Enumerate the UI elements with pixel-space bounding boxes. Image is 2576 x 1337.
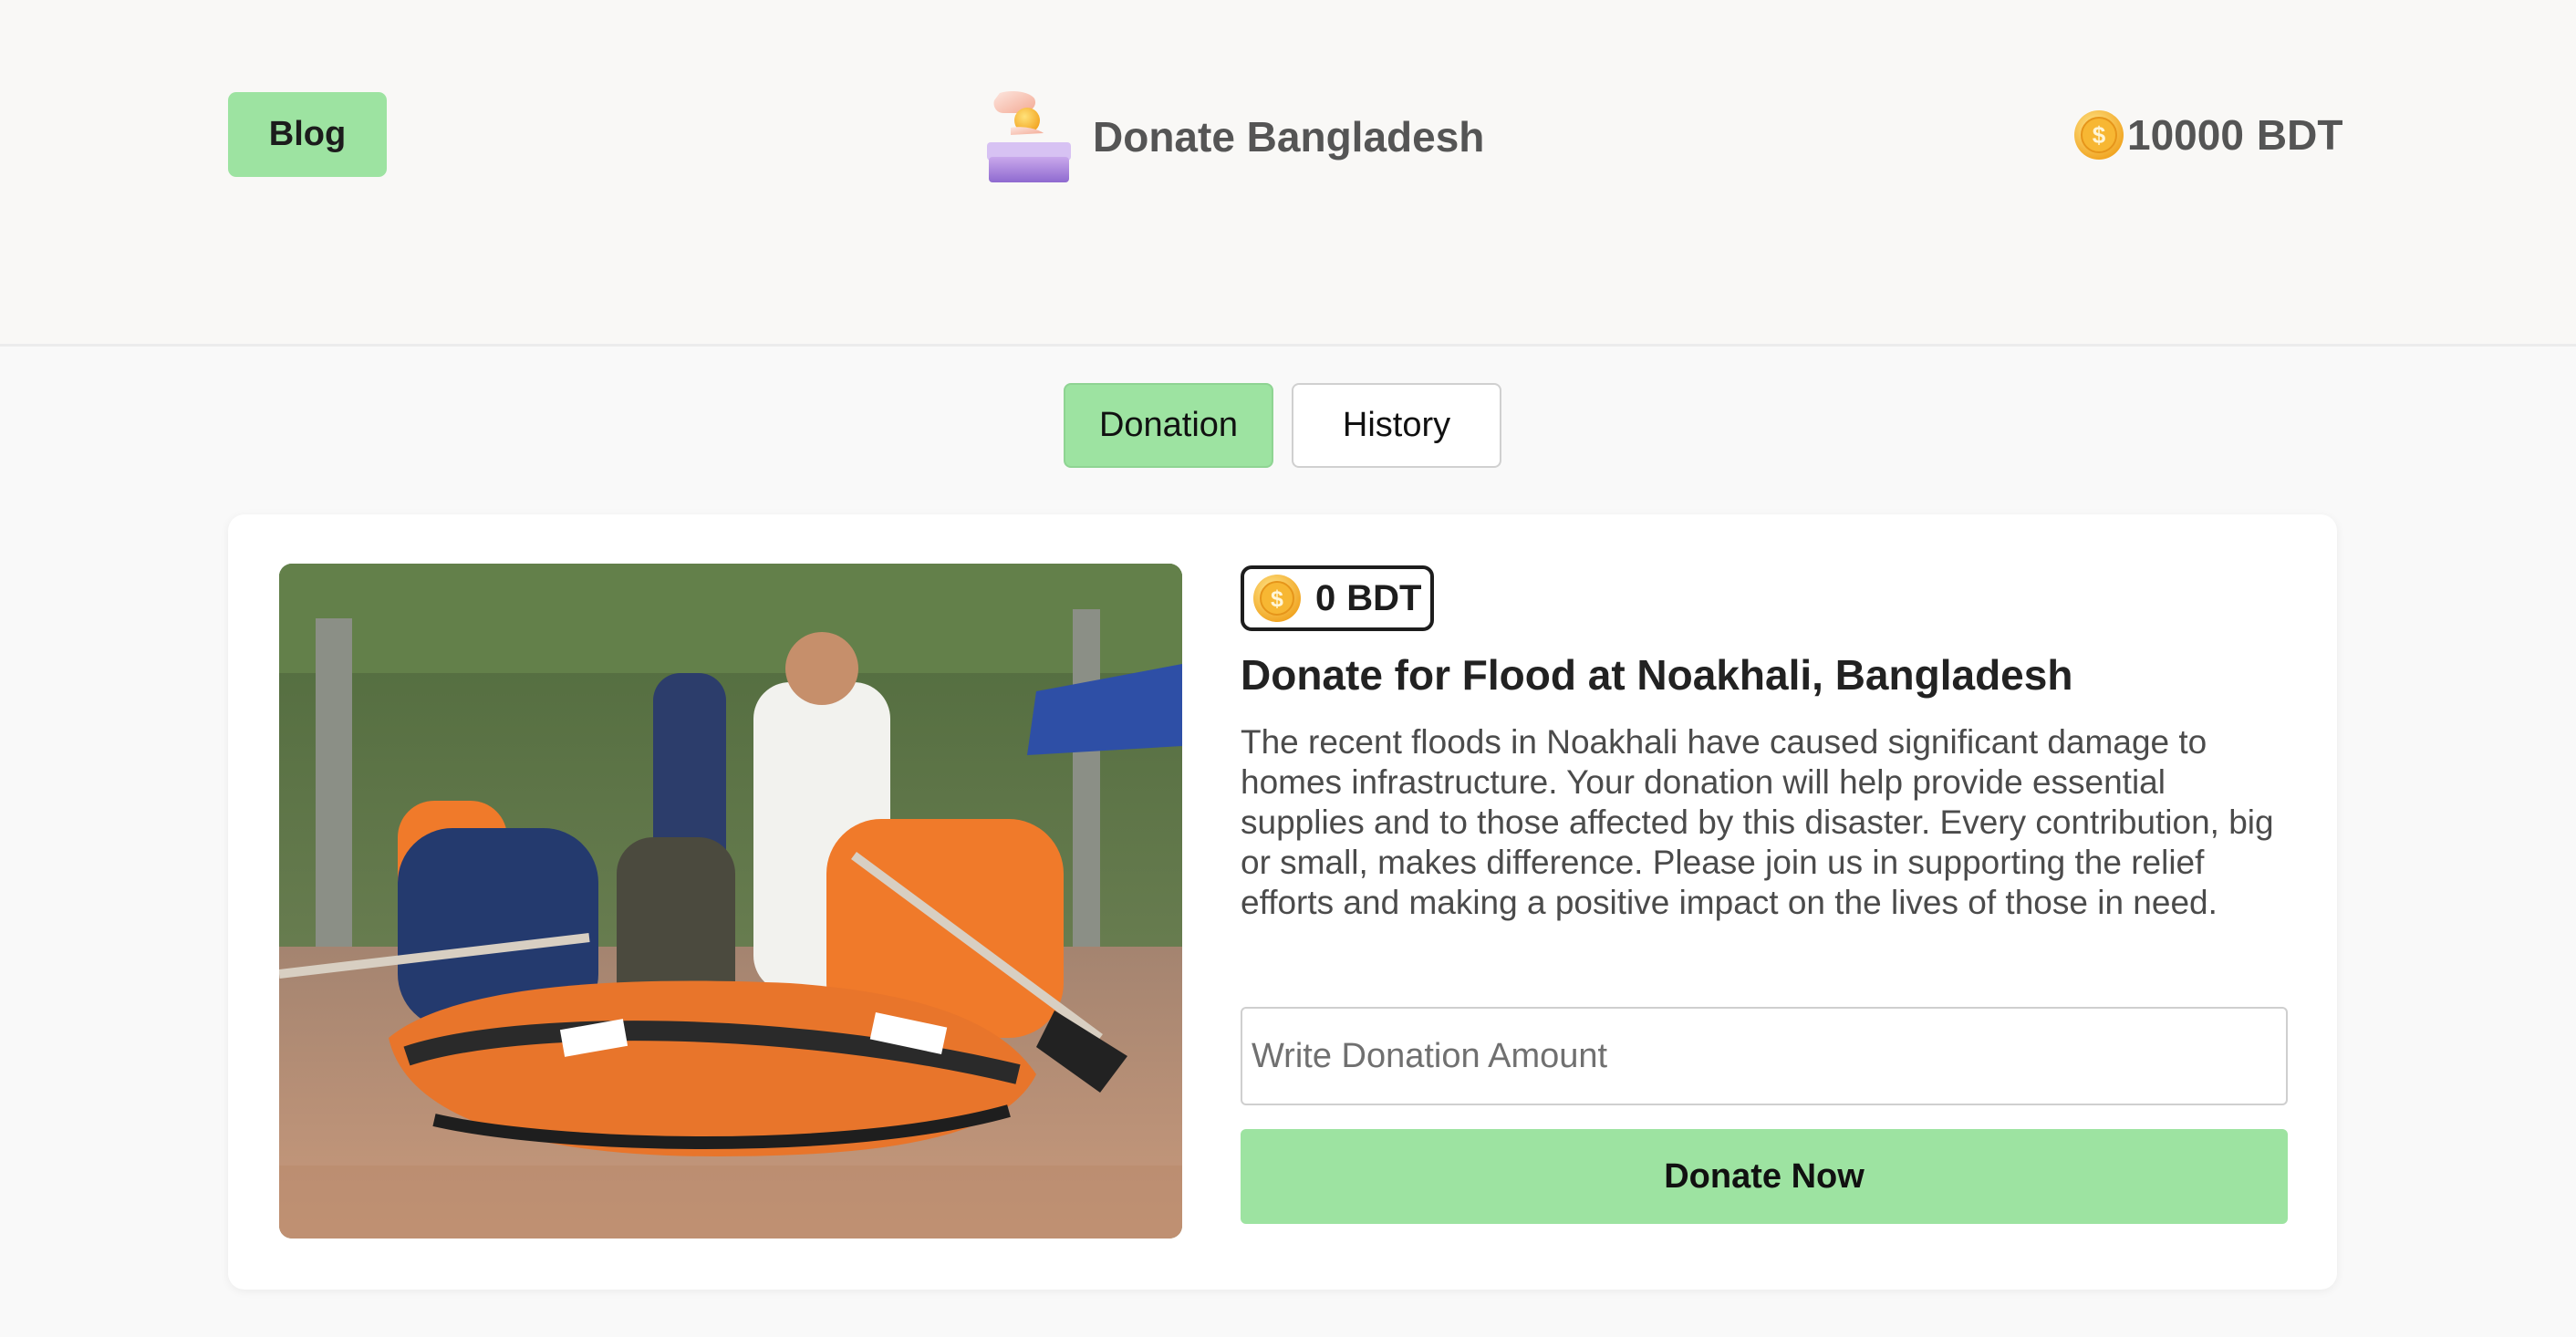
donated-currency: BDT (1346, 577, 1422, 618)
coin-icon: $ (1253, 575, 1301, 622)
flood-rescue-photo (279, 564, 1182, 1239)
donation-amount-input[interactable] (1241, 1007, 2288, 1105)
tab-donation[interactable]: Donation (1064, 383, 1273, 468)
card-title: Donate for Flood at Noakhali, Bangladesh (1241, 651, 2073, 699)
site-header: Blog Donate Bangladesh $ 10000 BDT (0, 0, 2576, 347)
svg-text:$: $ (1271, 586, 1283, 612)
donation-details: $ 0 BDT Donate for Flood at Noakhali, Ba… (1241, 565, 2288, 1224)
balance-amount: 10000 (2127, 111, 2244, 159)
donated-amount: 0 (1315, 577, 1336, 618)
donation-card: $ 0 BDT Donate for Flood at Noakhali, Ba… (228, 514, 2337, 1290)
brand-name: Donate Bangladesh (1093, 113, 1485, 161)
coin-icon: $ (2074, 110, 2124, 160)
blog-button[interactable]: Blog (228, 92, 387, 177)
svg-text:$: $ (2093, 121, 2106, 149)
card-description: The recent floods in Noakhali have cause… (1241, 723, 2274, 921)
donated-amount-badge: $ 0 BDT (1241, 565, 1435, 631)
tab-history[interactable]: History (1292, 383, 1501, 468)
donation-hand-box-icon (987, 91, 1071, 182)
brand: Donate Bangladesh (983, 89, 1484, 184)
donate-now-button[interactable]: Donate Now (1241, 1129, 2288, 1224)
account-balance: $ 10000 BDT (2072, 108, 2342, 162)
balance-currency: BDT (2256, 111, 2343, 159)
